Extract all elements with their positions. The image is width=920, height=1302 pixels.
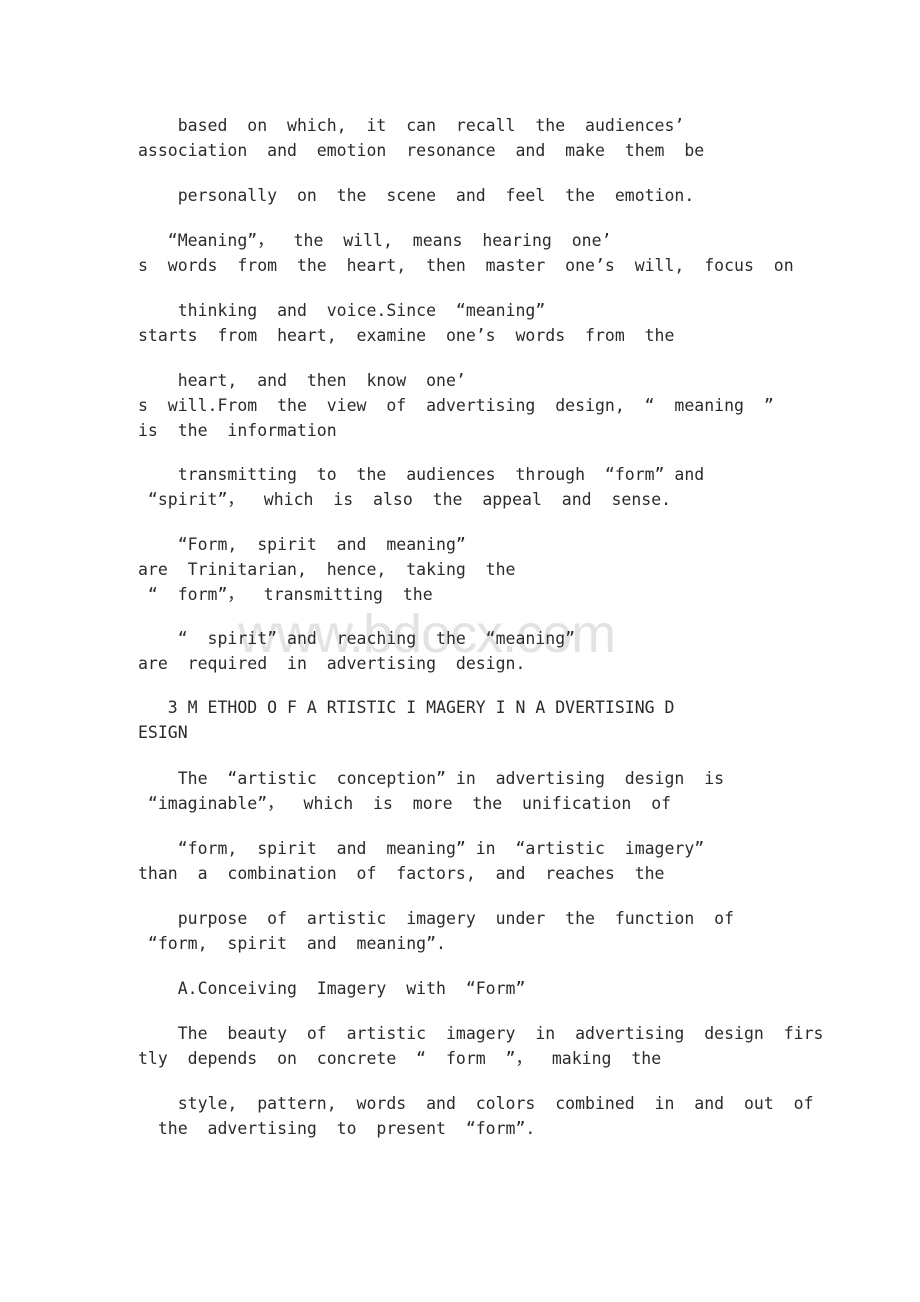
text-line: “spirit”， which is also the appeal and s…: [138, 490, 672, 509]
text-line: transmitting to the audiences through “f…: [138, 465, 705, 484]
para-form-spirit-meaning-trinitarian: “Form, spirit and meaning” are Trinitaria…: [138, 532, 516, 607]
para-personally-on-scene: personally on the scene and feel the emo…: [138, 183, 695, 208]
text-line: A.Conceiving Imagery with “Form”: [138, 979, 526, 998]
text-line: heart, and then know one’: [138, 371, 466, 390]
text-line: The “artistic conception” in advertising…: [138, 769, 725, 788]
para-artistic-conception: The “artistic conception” in advertising…: [138, 766, 724, 816]
para-thinking-and-voice: thinking and voice.Since “meaning” starts…: [138, 298, 674, 348]
text-line: style, pattern, words and colors combine…: [138, 1094, 814, 1113]
para-transmitting-to-audiences: transmitting to the audiences through “f…: [138, 462, 704, 512]
text-line: purpose of artistic imagery under the fu…: [138, 909, 735, 928]
text-line: based on which, it can recall the audien…: [138, 116, 685, 135]
text-line: “ form”， transmitting the: [138, 585, 433, 604]
heading-method-of-artistic-imagery: 3 M ETHOD O F A RTISTIC I MAGERY I N A D…: [138, 695, 674, 745]
para-purpose-of-artistic-imagery: purpose of artistic imagery under the fu…: [138, 906, 734, 956]
text-line: s will.From the view of advertising desi…: [138, 396, 774, 415]
text-line: “ spirit” and reaching the “meaning”: [138, 629, 576, 648]
text-line: ESIGN: [138, 723, 188, 742]
text-line: personally on the scene and feel the emo…: [138, 186, 695, 205]
text-line: the advertising to present “form”.: [138, 1119, 536, 1138]
text-line: than a combination of factors, and reach…: [138, 864, 665, 883]
text-line: “form, spirit and meaning” in “artistic …: [138, 839, 705, 858]
para-heart-and-then-know: heart, and then know one’ s will.From the…: [138, 368, 774, 443]
text-line: association and emotion resonance and ma…: [138, 141, 705, 160]
text-line: s words from the heart, then master one’…: [138, 256, 794, 275]
para-beauty-of-artistic-imagery: The beauty of artistic imagery in advert…: [138, 1021, 823, 1071]
text-line: starts from heart, examine one’s words f…: [138, 326, 675, 345]
subheading-conceiving-imagery-with-form: A.Conceiving Imagery with “Form”: [138, 976, 526, 1001]
text-line: “Meaning”， the will, means hearing one’: [138, 231, 612, 250]
text-line: tly depends on concrete “ form ”， making…: [138, 1049, 662, 1068]
para-style-pattern-words-colors: style, pattern, words and colors combine…: [138, 1091, 814, 1141]
para-meaning-the-will: “Meaning”， the will, means hearing one’ s…: [138, 228, 794, 278]
para-spirit-and-reaching-meaning: “ spirit” and reaching the “meaning” are …: [138, 626, 575, 676]
text-line: 3 M ETHOD O F A RTISTIC I MAGERY I N A D…: [138, 698, 675, 717]
text-line: The beauty of artistic imagery in advert…: [138, 1024, 824, 1043]
text-line: thinking and voice.Since “meaning”: [138, 301, 546, 320]
text-line: “imaginable”， which is more the unificat…: [138, 794, 672, 813]
text-line: is the information: [138, 421, 337, 440]
para-form-spirit-meaning-in-imagery: “form, spirit and meaning” in “artistic …: [138, 836, 704, 886]
text-line: are Trinitarian, hence, taking the: [138, 560, 516, 579]
text-line: “form, spirit and meaning”.: [138, 934, 446, 953]
text-line: are required in advertising design.: [138, 654, 526, 673]
para-audience-association: based on which, it can recall the audien…: [138, 113, 704, 163]
text-line: “Form, spirit and meaning”: [138, 535, 466, 554]
document-page: www.bdocx.com based on which, it can rec…: [0, 0, 920, 1302]
